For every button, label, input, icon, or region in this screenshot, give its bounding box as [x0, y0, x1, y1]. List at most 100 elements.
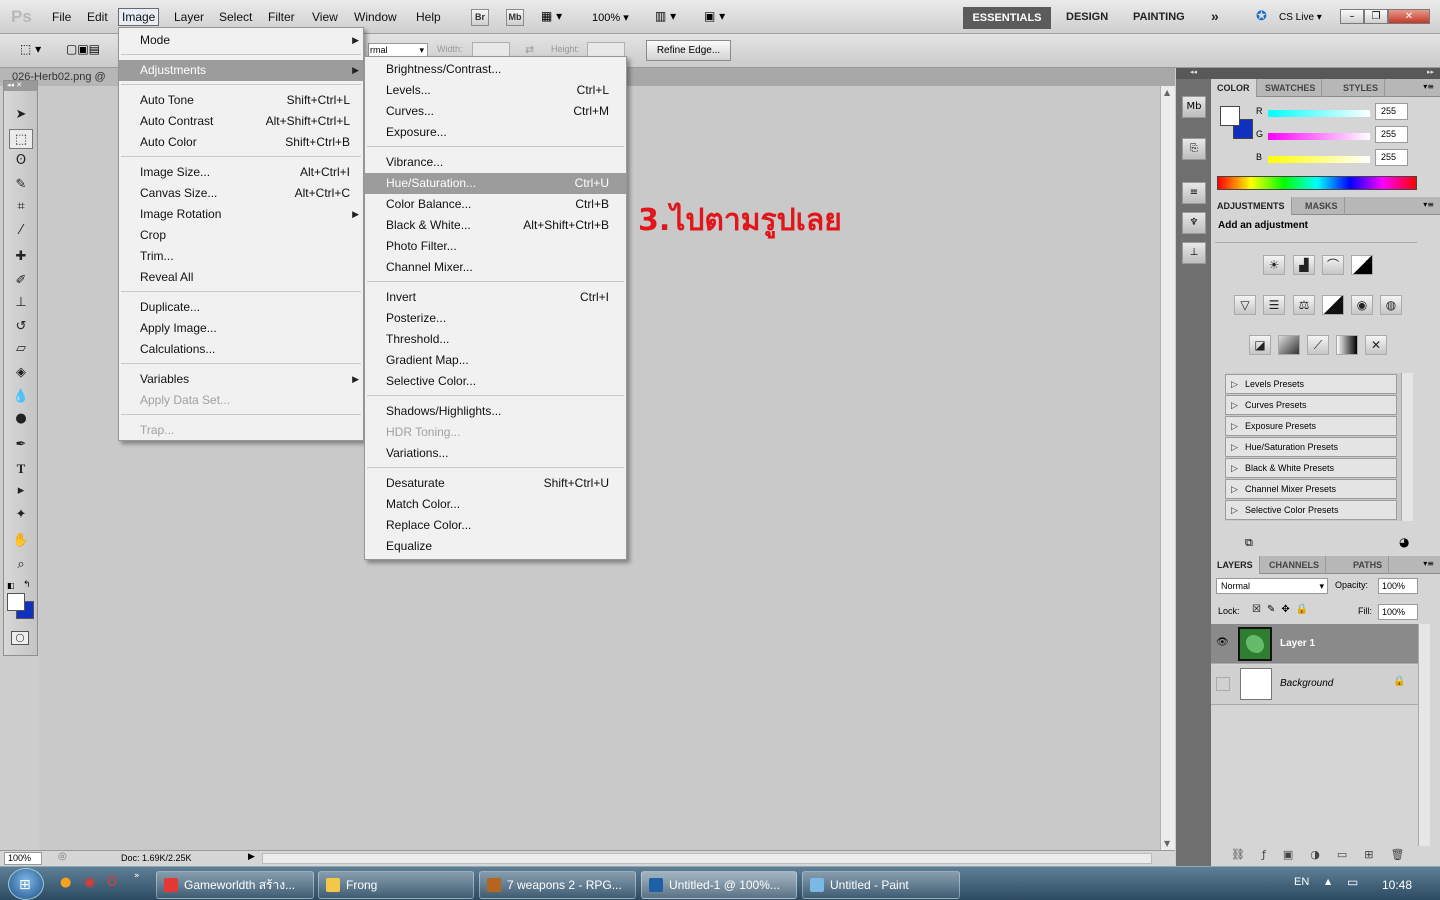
tab-adjustments[interactable]: ADJUSTMENTS [1211, 197, 1292, 215]
default-colors-icon[interactable]: ◧ [7, 581, 15, 590]
layer-row[interactable]: Background 🔒 [1211, 665, 1418, 705]
custom-shape-tool-icon[interactable]: ✦ [9, 505, 33, 525]
levels-presets[interactable]: ▷ Levels Presets [1225, 374, 1397, 394]
menu-item-threshold[interactable]: Threshold... [365, 329, 626, 350]
panel-foreground-swatch[interactable] [1220, 106, 1240, 126]
menu-item-apply-data-set[interactable]: Apply Data Set... [119, 390, 363, 411]
cs-live-button[interactable]: CS Live ▾ [1279, 12, 1322, 23]
bridge-button[interactable]: Br [471, 9, 489, 26]
opacity-field[interactable]: 100% [1378, 578, 1418, 594]
swap-colors-icon[interactable]: ↰ [23, 580, 31, 590]
lock-options-icons[interactable]: ☒✎✥🔒 [1252, 604, 1314, 615]
black-white-presets[interactable]: ▷ Black & White Presets [1225, 458, 1397, 478]
zoom-tool-icon[interactable]: ⌕ [9, 555, 33, 575]
menu-item-match-color[interactable]: Match Color... [365, 494, 626, 515]
menu-item-image-rotation[interactable]: Image Rotation ▶ [119, 204, 363, 225]
presets-scrollbar[interactable] [1401, 373, 1413, 521]
selection-mode-icons[interactable]: ▢▣▤ [66, 42, 116, 60]
refine-edge-button[interactable]: Refine Edge... [646, 40, 731, 61]
menu-item-vibrance[interactable]: Vibrance... [365, 152, 626, 173]
language-indicator[interactable]: EN [1294, 876, 1309, 888]
menu-item-reveal-all[interactable]: Reveal All [119, 267, 363, 288]
tab-channels[interactable]: CHANNELS [1263, 556, 1327, 574]
width-field[interactable] [472, 42, 510, 57]
menu-view[interactable]: View [312, 10, 338, 24]
system-clock[interactable]: 10:48 [1382, 878, 1412, 892]
channel-r-slider[interactable] [1268, 110, 1370, 117]
hue-saturation-icon[interactable]: ☰ [1263, 295, 1285, 315]
pen-tool-icon[interactable]: ✒ [9, 435, 33, 455]
menu-item-photo-filter[interactable]: Photo Filter... [365, 236, 626, 257]
status-menu-arrow-icon[interactable]: ▶ [248, 851, 255, 862]
panels-expand-icon[interactable]: ▸▸ [1211, 68, 1440, 79]
history-brush-tool-icon[interactable]: ↺ [9, 317, 33, 337]
menu-item-channel-mixer[interactable]: Channel Mixer... [365, 257, 626, 278]
levels-icon[interactable]: ▟ [1293, 255, 1315, 275]
fill-field[interactable]: 100% [1378, 604, 1418, 620]
channel-b-slider[interactable] [1268, 156, 1370, 163]
menu-item-hue-saturation[interactable]: Hue/Saturation... Ctrl+U [365, 173, 626, 194]
channel-b-value[interactable]: 255 [1375, 149, 1408, 166]
menu-item-equalize[interactable]: Equalize [365, 536, 626, 557]
status-zoom-field[interactable]: 100% [4, 852, 42, 865]
task-7-weapons[interactable]: 7 weapons 2 - RPG... [479, 871, 636, 899]
firefox-icon[interactable]: ● [60, 875, 71, 890]
view-extras-icon[interactable]: ▦ ▾ [541, 9, 571, 26]
quick-launch-more-icon[interactable]: » [134, 871, 140, 881]
start-button[interactable]: ⊞ [8, 868, 44, 900]
gradient-map-icon[interactable] [1336, 335, 1358, 355]
menu-item-image-size[interactable]: Image Size... Alt+Ctrl+I [119, 162, 363, 183]
posterize-icon[interactable] [1278, 335, 1300, 355]
tab-paths[interactable]: PATHS [1347, 556, 1390, 574]
workspace-more[interactable]: » [1211, 8, 1219, 24]
adjustments-panel-menu-icon[interactable]: ▾≡ [1423, 200, 1434, 209]
hue-saturation-presets[interactable]: ▷ Hue/Saturation Presets [1225, 437, 1397, 457]
layer-visibility-eye-icon[interactable]: 👁 [1216, 637, 1229, 648]
lasso-tool-icon[interactable]: ʘ [9, 151, 33, 171]
color-panel-menu-icon[interactable]: ▾≡ [1423, 82, 1434, 91]
clone-stamp-tool-icon[interactable]: ⊥ [9, 293, 33, 313]
height-field[interactable] [587, 42, 625, 57]
menu-item-curves[interactable]: Curves... Ctrl+M [365, 101, 626, 122]
menu-item-variables[interactable]: Variables ▶ [119, 369, 363, 390]
task-photoshop-untitled[interactable]: Untitled-1 @ 100%... [641, 871, 797, 899]
threshold-icon[interactable]: ⟋ [1307, 335, 1329, 355]
layer-row-selected[interactable]: 👁 Layer 1 [1211, 624, 1418, 664]
menu-file[interactable]: File [52, 10, 71, 24]
restore-button[interactable]: ❐ [1364, 9, 1388, 24]
task-gameworldth[interactable]: Gameworldth สร้าง... [156, 871, 314, 899]
dock-collapse-icon[interactable]: ◂◂ [1176, 68, 1211, 79]
tools-collapse-icon[interactable]: ◂◂ ✕ [4, 81, 37, 91]
eraser-tool-icon[interactable]: ▱ [9, 339, 33, 359]
menu-window[interactable]: Window [354, 10, 397, 24]
task-frong[interactable]: Frong [318, 871, 474, 899]
photo-filter-icon[interactable]: ◉ [1351, 295, 1373, 315]
black-white-icon[interactable] [1322, 295, 1344, 315]
show-hidden-icons-icon[interactable]: ▲ [1325, 877, 1331, 886]
path-selection-tool-icon[interactable]: ▸ [9, 481, 33, 501]
chrome-icon[interactable]: ◉ [84, 875, 95, 890]
menu-item-variations[interactable]: Variations... [365, 443, 626, 464]
foreground-color-swatch[interactable] [7, 593, 25, 611]
eyedropper-tool-icon[interactable]: ⁄ [9, 221, 33, 241]
menu-edit[interactable]: Edit [87, 10, 108, 24]
menu-item-shadows-highlights[interactable]: Shadows/Highlights... [365, 401, 626, 422]
curves-icon[interactable]: ⌒ [1322, 255, 1344, 275]
menu-item-desaturate[interactable]: Desaturate Shift+Ctrl+U [365, 473, 626, 494]
curves-presets[interactable]: ▷ Curves Presets [1225, 395, 1397, 415]
workspace-design[interactable]: DESIGN [1066, 11, 1108, 23]
marquee-tool-preset-icon[interactable]: ⬚ ▾ [20, 42, 50, 60]
layers-scrollbar[interactable] [1418, 624, 1430, 846]
spot-healing-tool-icon[interactable]: ✚ [9, 247, 33, 267]
mini-bridge-button[interactable]: Mb [506, 9, 524, 26]
task-paint[interactable]: Untitled - Paint [802, 871, 960, 899]
channel-g-value[interactable]: 255 [1375, 126, 1408, 143]
zoom-level-dropdown[interactable]: 100% ▾ [592, 11, 629, 24]
swap-dimensions-icon[interactable]: ⇄ [525, 43, 534, 56]
menu-item-canvas-size[interactable]: Canvas Size... Alt+Ctrl+C [119, 183, 363, 204]
status-info-icon[interactable]: ◎ [58, 851, 67, 862]
paint-bucket-tool-icon[interactable]: ◈ [9, 363, 33, 383]
tab-layers[interactable]: LAYERS [1211, 556, 1260, 574]
crop-tool-icon[interactable]: ⌗ [9, 197, 33, 217]
menu-item-trap[interactable]: Trap... [119, 420, 363, 441]
